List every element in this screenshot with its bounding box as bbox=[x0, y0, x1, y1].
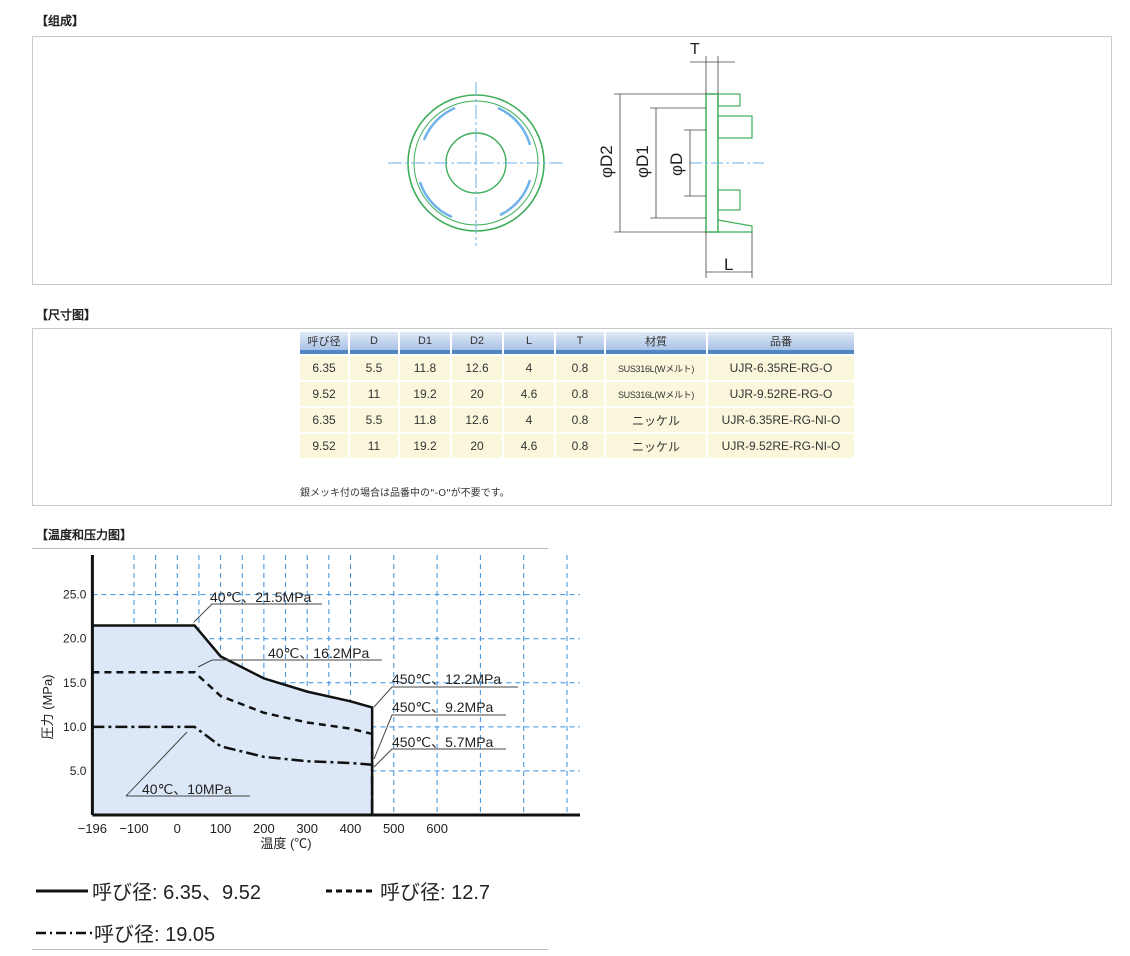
y-axis-title: 圧力 (MPa) bbox=[40, 674, 55, 739]
table-cell: 19.2 bbox=[400, 434, 450, 458]
table-cell: SUS316L(Wメルト) bbox=[606, 356, 706, 380]
annotation-label: 40℃、21.5MPa bbox=[210, 589, 312, 605]
legend-swatch-solid bbox=[36, 889, 88, 892]
y-tick-label: 25.0 bbox=[63, 588, 87, 602]
table-cell: UJR-6.35RE-RG-O bbox=[708, 356, 854, 380]
table-cell: 6.35 bbox=[300, 408, 348, 432]
table-cell: SUS316L(Wメルト) bbox=[606, 382, 706, 406]
table-cell: 9.52 bbox=[300, 382, 348, 406]
legend-item-solid: 呼び径: 6.35、9.52 bbox=[36, 876, 261, 905]
x-tick-label: 400 bbox=[340, 821, 362, 836]
x-tick-label: 600 bbox=[426, 821, 448, 836]
table-cell: 11 bbox=[350, 382, 398, 406]
dim-label-d: φD bbox=[667, 153, 686, 176]
legend-swatch-dashed bbox=[326, 889, 376, 892]
x-tick-label: 200 bbox=[253, 821, 275, 836]
table-row: 6.35 5.5 11.8 12.6 4 0.8 SUS316L(Wメルト) U… bbox=[300, 356, 854, 380]
table-cell: 0.8 bbox=[556, 356, 604, 380]
table-cell: 4.6 bbox=[504, 434, 554, 458]
temp-pressure-chart: −196 −100 0 100 200 300 400 500 600 5.0 10.0 15.0 20… bbox=[40, 555, 580, 851]
table-row: 9.52 11 19.2 20 4.6 0.8 SUS316L(Wメルト) UJ… bbox=[300, 382, 854, 406]
x-axis-title: 温度 (℃) bbox=[260, 836, 311, 851]
silver-plating-note: 銀メッキ付の場合は品番中の"-O"が不要です。 bbox=[300, 488, 510, 499]
table-cell: 20 bbox=[452, 434, 502, 458]
col-header-d: D bbox=[350, 332, 398, 354]
table-cell: 20 bbox=[452, 382, 502, 406]
table-cell: 5.5 bbox=[350, 356, 398, 380]
gasket-front-view bbox=[388, 82, 564, 246]
table-cell: UJR-9.52RE-RG-O bbox=[708, 382, 854, 406]
table-cell: 6.35 bbox=[300, 356, 348, 380]
x-tick-label: 0 bbox=[174, 821, 181, 836]
col-header-t: T bbox=[556, 332, 604, 354]
table-row: 6.35 5.5 11.8 12.6 4 0.8 ニッケル UJR-6.35RE… bbox=[300, 408, 854, 432]
dim-label-d1: φD1 bbox=[633, 145, 652, 178]
y-tick-label: 20.0 bbox=[63, 632, 87, 646]
table-cell: 11 bbox=[350, 434, 398, 458]
table-cell: UJR-6.35RE-RG-NI-O bbox=[708, 408, 854, 432]
legend-item-dashed: 呼び径: 12.7 bbox=[326, 876, 490, 905]
legend-label: 呼び径: 6.35、9.52 bbox=[92, 882, 261, 904]
gasket-technical-drawing: T φD2 φD1 φD L bbox=[388, 41, 764, 278]
y-tick-label: 10.0 bbox=[63, 720, 87, 734]
annotation-label: 40℃、16.2MPa bbox=[268, 645, 370, 661]
table-cell: 5.5 bbox=[350, 408, 398, 432]
y-tick-label: 5.0 bbox=[70, 764, 87, 778]
section-title-temp-pressure: 【温度和压力图】 bbox=[36, 528, 133, 542]
legend-swatch-dashdot bbox=[36, 931, 92, 934]
table-cell: 11.8 bbox=[400, 356, 450, 380]
dim-label-l: L bbox=[724, 255, 733, 274]
legend-label: 呼び径: 12.7 bbox=[380, 882, 491, 904]
table-cell: 12.6 bbox=[452, 356, 502, 380]
spec-table: 呼び径 D D1 D2 L T 材質 品番 6.35 5.5 11.8 12.6… bbox=[298, 330, 856, 460]
annotation-label: 450℃、5.7MPa bbox=[392, 734, 494, 750]
dim-label-t: T bbox=[690, 41, 700, 58]
table-cell: ニッケル bbox=[606, 408, 706, 432]
y-tick-label: 15.0 bbox=[63, 676, 87, 690]
x-tick-label: −100 bbox=[119, 821, 148, 836]
table-cell: 11.8 bbox=[400, 408, 450, 432]
legend-label: 呼び径: 19.05 bbox=[94, 924, 216, 946]
col-header-l: L bbox=[504, 332, 554, 354]
table-cell: 4.6 bbox=[504, 382, 554, 406]
x-tick-label: 500 bbox=[383, 821, 405, 836]
col-header-d2: D2 bbox=[452, 332, 502, 354]
section-title-dimensions: 【尺寸图】 bbox=[36, 308, 97, 322]
x-tick-label: 100 bbox=[210, 821, 232, 836]
table-cell: UJR-9.52RE-RG-NI-O bbox=[708, 434, 854, 458]
annotation-label: 40℃、10MPa bbox=[142, 781, 232, 797]
table-cell: 9.52 bbox=[300, 434, 348, 458]
col-header-d1: D1 bbox=[400, 332, 450, 354]
dim-label-d2: φD2 bbox=[597, 145, 616, 178]
table-cell: 0.8 bbox=[556, 408, 604, 432]
x-tick-label: 300 bbox=[296, 821, 318, 836]
col-header-material: 材質 bbox=[606, 332, 706, 354]
annotation-label: 450℃、9.2MPa bbox=[392, 699, 494, 715]
col-header-nominal: 呼び径 bbox=[300, 332, 348, 354]
table-cell: 0.8 bbox=[556, 434, 604, 458]
table-cell: ニッケル bbox=[606, 434, 706, 458]
table-cell: 19.2 bbox=[400, 382, 450, 406]
table-cell: 4 bbox=[504, 356, 554, 380]
annotation-label: 450℃、12.2MPa bbox=[392, 671, 501, 687]
table-cell: 4 bbox=[504, 408, 554, 432]
table-row: 9.52 11 19.2 20 4.6 0.8 ニッケル UJR-9.52RE-… bbox=[300, 434, 854, 458]
col-header-part-number: 品番 bbox=[708, 332, 854, 354]
legend-item-dashdot: 呼び径: 19.05 bbox=[36, 918, 215, 947]
x-tick-label: −196 bbox=[78, 821, 107, 836]
table-header-row: 呼び径 D D1 D2 L T 材質 品番 bbox=[300, 332, 854, 354]
table-cell: 12.6 bbox=[452, 408, 502, 432]
table-cell: 0.8 bbox=[556, 382, 604, 406]
